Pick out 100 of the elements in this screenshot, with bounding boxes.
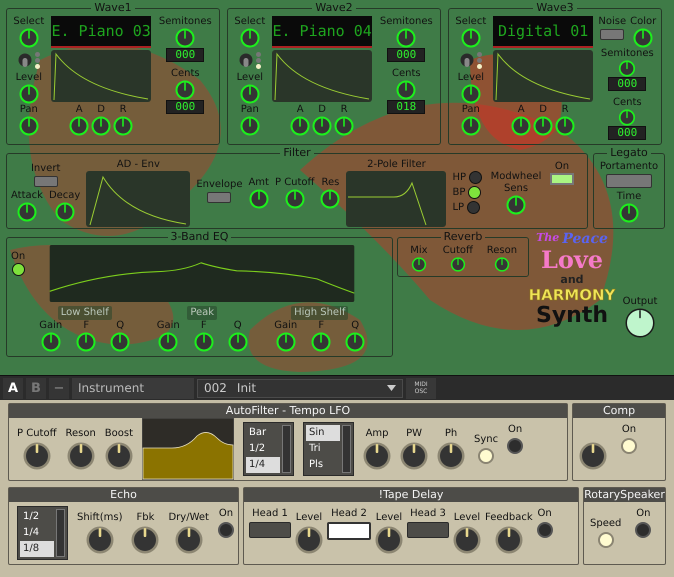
- envelope-knob[interactable]: [511, 116, 532, 136]
- preset-name: Init: [236, 381, 258, 395]
- pan-knob[interactable]: [240, 116, 260, 136]
- color-knob[interactable]: [633, 28, 654, 48]
- dial-knob[interactable]: [86, 526, 114, 554]
- envelope-knob[interactable]: [113, 116, 134, 136]
- semitones-knob[interactable]: [175, 28, 196, 48]
- head-toggle[interactable]: [249, 522, 291, 538]
- knob-label: Pan: [240, 104, 259, 116]
- modwheel-knob[interactable]: [506, 194, 526, 214]
- eq-knob[interactable]: [228, 332, 248, 352]
- dial-knob[interactable]: [295, 526, 323, 554]
- list-item[interactable]: 1/8: [20, 541, 54, 557]
- envelope-knob[interactable]: [533, 116, 554, 136]
- waveform-list[interactable]: Sin Tri Pls: [303, 422, 354, 476]
- filter-mode-radio[interactable]: [468, 186, 482, 199]
- rate-list[interactable]: 1/2 1/4 1/8: [17, 506, 68, 560]
- envelope-knob[interactable]: [69, 116, 90, 136]
- eq-knob[interactable]: [76, 332, 96, 352]
- head-toggle[interactable]: [327, 522, 371, 540]
- filter-mode-radio[interactable]: [469, 171, 482, 184]
- dial-knob[interactable]: [579, 442, 607, 470]
- panel-title: Wave3: [535, 2, 575, 14]
- pan-knob[interactable]: [460, 116, 481, 136]
- scrollbar[interactable]: [56, 509, 65, 557]
- list-item[interactable]: 1/4: [20, 525, 54, 541]
- cents-knob[interactable]: [396, 80, 416, 100]
- dial-knob[interactable]: [22, 442, 51, 470]
- dial-knob[interactable]: [400, 442, 428, 470]
- dial-knob[interactable]: [375, 526, 403, 554]
- dial-knob[interactable]: [494, 526, 523, 554]
- list-item[interactable]: Bar: [246, 425, 280, 441]
- dial-knob[interactable]: [174, 526, 203, 554]
- envelope-knob[interactable]: [555, 116, 576, 136]
- decay-knob[interactable]: [54, 202, 75, 222]
- power-toggle[interactable]: [536, 522, 553, 538]
- eq-knob[interactable]: [158, 332, 178, 352]
- dial-knob[interactable]: [66, 442, 95, 470]
- power-toggle[interactable]: [507, 438, 524, 454]
- scrollbar[interactable]: [282, 425, 292, 473]
- resonance-knob[interactable]: [320, 188, 340, 208]
- knob-label: Fbk: [136, 512, 154, 524]
- semitones-knob[interactable]: [617, 60, 638, 77]
- instrument-tab[interactable]: A: [3, 378, 23, 398]
- select-knob[interactable]: [18, 28, 39, 48]
- list-item[interactable]: 1/4: [246, 457, 280, 473]
- sync-toggle[interactable]: [478, 448, 494, 464]
- list-item[interactable]: Sin: [306, 425, 340, 441]
- eq-knob[interactable]: [311, 332, 332, 352]
- eq-knob[interactable]: [194, 332, 214, 352]
- envelope-knob[interactable]: [334, 116, 354, 136]
- eq-on-toggle[interactable]: [12, 263, 25, 276]
- instrument-name-field[interactable]: Instrument: [72, 378, 194, 398]
- list-item[interactable]: Pls: [306, 457, 340, 473]
- select-knob[interactable]: [240, 28, 260, 48]
- invert-toggle[interactable]: [34, 176, 58, 187]
- power-toggle[interactable]: [621, 438, 637, 454]
- amount-knob[interactable]: [248, 188, 269, 208]
- level-knob[interactable]: [240, 84, 260, 104]
- knob-label: Gain: [274, 320, 298, 332]
- dial-knob[interactable]: [437, 442, 466, 470]
- power-toggle[interactable]: [635, 522, 652, 538]
- time-knob[interactable]: [619, 203, 639, 223]
- portamento-toggle[interactable]: [606, 174, 652, 188]
- envelope-knob[interactable]: [290, 116, 310, 136]
- cents-knob[interactable]: [617, 109, 638, 126]
- rate-list[interactable]: Bar 1/2 1/4: [243, 422, 294, 476]
- preset-dropdown[interactable]: 002 Init: [197, 378, 403, 398]
- list-item[interactable]: 1/2: [20, 509, 54, 525]
- scrollbar[interactable]: [342, 425, 352, 473]
- envelope-knob[interactable]: [91, 116, 112, 136]
- level-knob[interactable]: [460, 84, 481, 104]
- select-knob[interactable]: [460, 28, 481, 48]
- dial-knob[interactable]: [104, 442, 133, 470]
- dial-knob[interactable]: [453, 526, 481, 554]
- level-knob[interactable]: [18, 84, 39, 104]
- pan-knob[interactable]: [18, 116, 39, 136]
- eq-knob[interactable]: [276, 332, 296, 352]
- cents-knob[interactable]: [175, 80, 196, 100]
- eq-knob[interactable]: [40, 332, 61, 352]
- eq-knob[interactable]: [345, 332, 366, 352]
- filter-on-toggle[interactable]: [550, 173, 574, 185]
- cutoff-knob[interactable]: [284, 188, 305, 208]
- envelope-toggle[interactable]: [207, 192, 232, 203]
- dial-knob[interactable]: [363, 442, 392, 470]
- filter-mode-radio[interactable]: [467, 201, 480, 214]
- semitones-knob[interactable]: [396, 28, 416, 48]
- list-item[interactable]: Tri: [306, 441, 340, 457]
- speed-toggle[interactable]: [598, 532, 614, 548]
- eq-knob[interactable]: [110, 332, 130, 352]
- knob-label: R: [120, 104, 127, 116]
- attack-knob[interactable]: [16, 202, 37, 222]
- head-toggle[interactable]: [407, 522, 449, 538]
- power-toggle[interactable]: [218, 522, 234, 538]
- noise-toggle[interactable]: [600, 29, 624, 40]
- list-item[interactable]: 1/2: [246, 441, 280, 457]
- dial-knob[interactable]: [131, 526, 160, 554]
- knob-label: Cents: [613, 97, 642, 109]
- envelope-knob[interactable]: [312, 116, 332, 136]
- output-knob[interactable]: [625, 308, 655, 338]
